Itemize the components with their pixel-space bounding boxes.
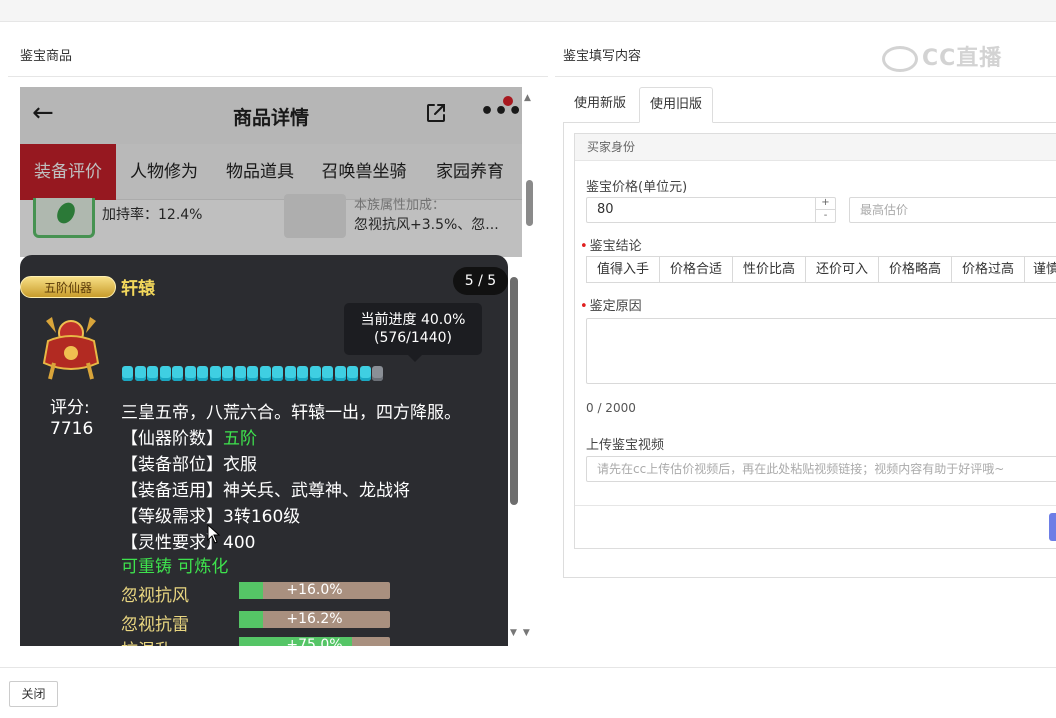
progress-segment bbox=[147, 366, 158, 381]
attr-bar: +16.2% bbox=[239, 611, 390, 628]
char-counter: 0 / 2000 bbox=[586, 401, 636, 415]
mouse-cursor-icon bbox=[207, 524, 221, 544]
recast-line: 可重铸 可炼化 bbox=[121, 557, 229, 577]
progress-segment bbox=[372, 366, 383, 381]
progress-segments bbox=[122, 366, 383, 381]
attr-name: 忽视抗风 bbox=[121, 586, 189, 606]
price-input[interactable]: 80 bbox=[586, 197, 836, 223]
scroll-up-icon[interactable]: ▲ bbox=[524, 93, 531, 103]
watermark-logo: CC直播 bbox=[882, 40, 1002, 72]
tab-new-version[interactable]: 使用新版 bbox=[563, 87, 637, 123]
conclusion-option[interactable]: 还价可入 bbox=[805, 256, 879, 283]
item-description: 三皇五帝，八荒六合。轩辕一出，四方降服。 bbox=[121, 403, 461, 423]
progress-segment bbox=[259, 366, 271, 381]
tier-line: 【仙器阶数】五阶 bbox=[121, 429, 257, 449]
progress-segment bbox=[297, 366, 308, 381]
max-price-input[interactable]: 最高估价 bbox=[849, 197, 1056, 223]
right-divider bbox=[555, 76, 1056, 77]
close-button[interactable]: 关闭 bbox=[9, 681, 58, 707]
submit-button[interactable] bbox=[1049, 513, 1056, 541]
progress-segment bbox=[184, 366, 196, 381]
attr-name: 抗混乱 bbox=[121, 636, 172, 646]
tab-old-version[interactable]: 使用旧版 bbox=[639, 87, 713, 123]
score-value: 7716 bbox=[50, 419, 94, 439]
usable-line: 【装备适用】神关兵、武尊神、龙战将 bbox=[121, 481, 410, 501]
spirit-req-line: 【灵性要求】400 bbox=[121, 533, 256, 553]
progress-segment bbox=[272, 366, 283, 381]
left-panel-title: 鉴宝商品 bbox=[20, 49, 73, 64]
attr-value: +16.2% bbox=[286, 611, 343, 627]
progress-segment bbox=[247, 366, 258, 381]
conclusion-option[interactable]: 性价比高 bbox=[732, 256, 806, 283]
armor-avatar-icon bbox=[42, 317, 100, 380]
attr-value: +16.0% bbox=[286, 582, 343, 598]
scroll-down-icon[interactable]: ▼▼ bbox=[510, 628, 536, 638]
progress-segment bbox=[334, 366, 346, 381]
popup-scrollbar[interactable] bbox=[510, 277, 518, 505]
appraisal-dialog: 鉴宝商品 鉴宝填写内容 CC直播 ← 商品详情 ••• 装备评价 人物修为 物品… bbox=[0, 0, 1056, 718]
price-label: 鉴宝价格(单位元) bbox=[586, 180, 688, 195]
right-panel-title: 鉴宝填写内容 bbox=[563, 49, 642, 64]
progress-segment bbox=[209, 366, 221, 381]
progress-segment bbox=[347, 366, 358, 381]
conclusion-options: 值得入手 价格合适 性价比高 还价可入 价格略高 价格过高 谨慎 bbox=[586, 256, 1056, 283]
top-strip bbox=[0, 0, 1056, 22]
page-counter: 5 / 5 bbox=[453, 267, 508, 295]
progress-tooltip: 当前进度 40.0% (576/1440) bbox=[344, 303, 482, 355]
conclusion-option[interactable]: 价格略高 bbox=[878, 256, 952, 283]
reason-textarea[interactable] bbox=[586, 318, 1056, 384]
video-link-input[interactable]: 请先在cc上传估价视频后，再在此处粘贴视频链接；视频内容有助于好评哦~ bbox=[586, 456, 1056, 482]
progress-segment bbox=[134, 366, 146, 381]
progress-segment bbox=[197, 366, 208, 381]
form-footer-divider bbox=[575, 505, 1056, 506]
conclusion-option[interactable]: 价格过高 bbox=[951, 256, 1025, 283]
overlay-dim bbox=[20, 87, 522, 257]
buyer-identity-header: 买家身份 bbox=[575, 134, 1056, 161]
conclusion-option[interactable]: 谨慎 bbox=[1024, 256, 1056, 283]
attr-bar: +75.0% bbox=[239, 637, 390, 646]
tooltip-arrow bbox=[408, 355, 422, 362]
conclusion-label: • 鉴宝结论 bbox=[580, 239, 642, 254]
attr-name: 忽视抗雷 bbox=[121, 615, 189, 635]
progress-segment bbox=[309, 366, 321, 381]
conclusion-option[interactable]: 价格合适 bbox=[659, 256, 733, 283]
progress-segment bbox=[122, 366, 133, 381]
progress-segment bbox=[234, 366, 246, 381]
progress-segment bbox=[359, 366, 371, 381]
footer-divider bbox=[0, 667, 1056, 668]
tooltip-count: (576/1440) bbox=[374, 330, 452, 346]
tier-badge: 五阶仙器 bbox=[20, 276, 116, 298]
product-preview[interactable]: ← 商品详情 ••• 装备评价 人物修为 物品道具 召唤兽坐骑 家园养育 加持率… bbox=[20, 87, 522, 646]
reason-label: • 鉴定原因 bbox=[580, 299, 642, 314]
progress-segment bbox=[322, 366, 333, 381]
slot-line: 【装备部位】衣服 bbox=[121, 455, 257, 475]
progress-segment bbox=[172, 366, 183, 381]
left-divider bbox=[8, 76, 548, 77]
progress-segment bbox=[222, 366, 233, 381]
outer-scrollbar[interactable] bbox=[526, 180, 533, 226]
attr-bar: +16.0% bbox=[239, 582, 390, 599]
progress-segment bbox=[159, 366, 171, 381]
conclusion-option[interactable]: 值得入手 bbox=[586, 256, 660, 283]
item-name: 轩辕 bbox=[121, 279, 155, 299]
progress-segment bbox=[284, 366, 296, 381]
item-popup: 五阶仙器 轩辕 5 / 5 评分: 7716 当前进度 40.0% (576/1… bbox=[20, 255, 508, 646]
price-stepper[interactable]: + - bbox=[815, 197, 835, 223]
tooltip-progress: 当前进度 40.0% bbox=[360, 312, 466, 328]
video-label: 上传鉴宝视频 bbox=[586, 438, 665, 453]
attr-value: +75.0% bbox=[286, 637, 343, 646]
score-label: 评分: bbox=[50, 398, 90, 418]
